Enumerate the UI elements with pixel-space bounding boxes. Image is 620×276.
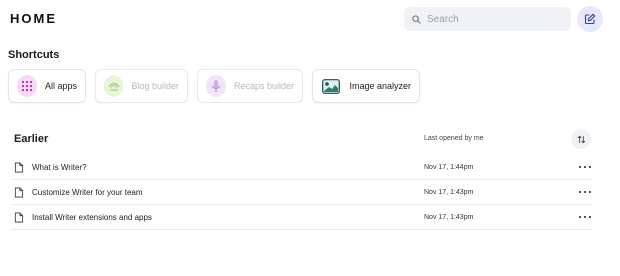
grid-icon [17,75,37,97]
edit-icon [584,13,596,25]
blog-builder-icon [104,75,124,97]
shortcut-label: All apps [44,81,77,91]
document-name: Customize Writer for your team [32,187,143,197]
page-title: HOME [10,11,57,26]
last-opened-column-label: Last opened by me [424,135,484,142]
shortcut-label: Image analyzer [349,81,411,91]
document-icon [14,187,24,197]
document-name: Install Writer extensions and apps [32,212,152,222]
shortcut-image-analyzer[interactable]: Image analyzer [312,69,420,103]
earlier-title: Earlier [14,133,49,145]
document-name: What is Writer? [32,162,87,172]
shortcuts-title: Shortcuts [8,49,60,61]
compose-button[interactable] [577,6,603,32]
sort-button[interactable] [571,129,591,149]
last-opened-date: Nov 17, 1:44pm [424,163,474,171]
image-icon [321,75,342,97]
shortcut-label: Blog builder [131,81,179,91]
search-icon [412,14,421,24]
more-options-icon[interactable] [579,187,591,197]
earlier-list: What is Writer? Nov 17, 1:44pm Customize… [10,155,592,230]
search-box[interactable] [404,7,571,31]
shortcut-recaps-builder[interactable]: Recaps builder [197,69,303,103]
microphone-icon [206,75,226,97]
last-opened-date: Nov 17, 1:43pm [424,188,474,196]
last-opened-date: Nov 17, 1:43pm [424,213,474,221]
document-icon [14,162,24,172]
document-icon [14,212,24,222]
more-options-icon[interactable] [579,162,591,172]
more-options-icon[interactable] [579,212,591,222]
sort-icon [577,135,585,143]
shortcut-label: Recaps builder [233,81,294,91]
shortcut-blog-builder[interactable]: Blog builder [95,69,188,103]
shortcut-all-apps[interactable]: All apps [8,69,86,103]
shortcuts-bar: All apps Blog builder Recaps builder Ima… [8,69,420,103]
list-item[interactable]: Customize Writer for your team Nov 17, 1… [10,180,592,205]
list-item[interactable]: Install Writer extensions and apps Nov 1… [10,205,592,230]
list-item[interactable]: What is Writer? Nov 17, 1:44pm [10,155,592,180]
search-input[interactable] [427,13,567,25]
